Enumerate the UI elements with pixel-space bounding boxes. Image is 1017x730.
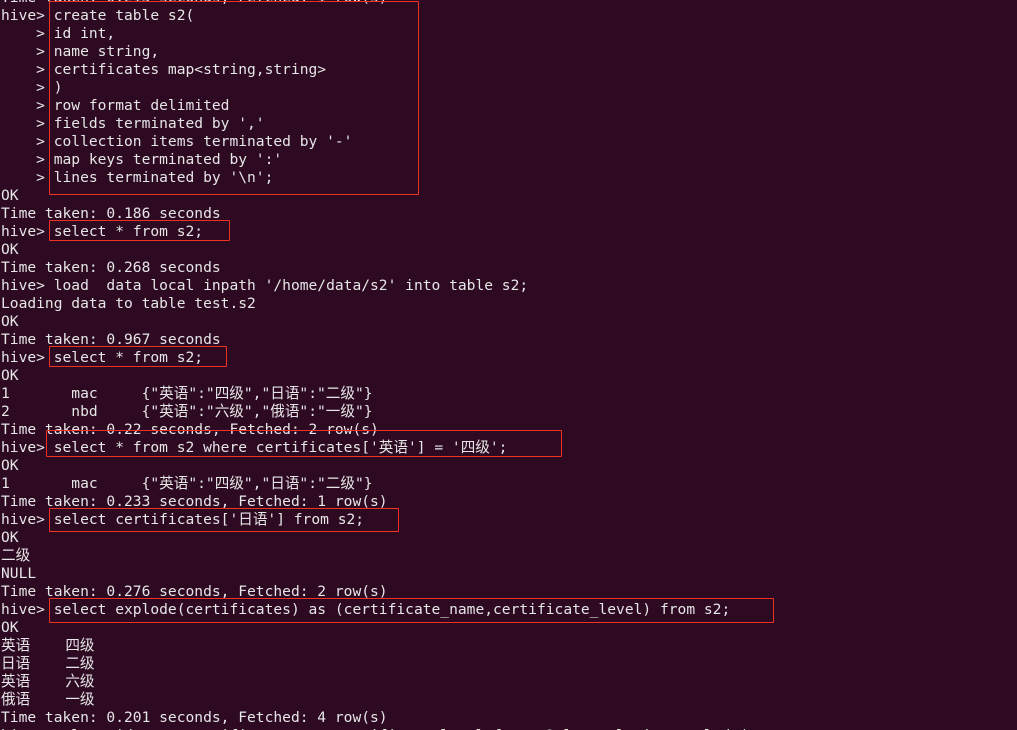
terminal-line: > fields terminated by ',' bbox=[1, 115, 265, 132]
terminal-line: Time taken: 0.215 seconds, Fetched: 1 ro… bbox=[0, 0, 1017, 7]
terminal-line: NULL bbox=[1, 565, 37, 582]
terminal-line: OK bbox=[1, 457, 19, 474]
terminal-line: Time taken: 0.268 seconds bbox=[1, 259, 221, 276]
terminal-line: hive> select explode(certificates) as (c… bbox=[1, 601, 731, 618]
terminal-line: > id int, bbox=[1, 25, 116, 42]
terminal-line: > map keys terminated by ':' bbox=[1, 151, 283, 168]
terminal-line: OK bbox=[1, 619, 19, 636]
terminal-line: hive> select * from s2; bbox=[1, 349, 204, 366]
terminal-line: > ) bbox=[1, 79, 63, 96]
terminal-window[interactable]: Time taken: 0.215 seconds, Fetched: 1 ro… bbox=[0, 0, 1017, 730]
terminal-line: Time taken: 0.967 seconds bbox=[1, 331, 221, 348]
terminal-line: 英语 四级 bbox=[1, 637, 95, 654]
terminal-line: Time taken: 0.201 seconds, Fetched: 4 ro… bbox=[1, 709, 388, 726]
terminal-line: hive> select * from s2; bbox=[1, 223, 204, 240]
terminal-line: Time taken: 0.276 seconds, Fetched: 2 ro… bbox=[1, 583, 388, 600]
terminal-line: > collection items terminated by '-' bbox=[1, 133, 353, 150]
terminal-line: 俄语 一级 bbox=[1, 691, 95, 708]
terminal-line: 1 mac {"英语":"四级","日语":"二级"} bbox=[1, 385, 373, 402]
terminal-line: hive> load data local inpath '/home/data… bbox=[1, 277, 529, 294]
terminal-line: OK bbox=[1, 241, 19, 258]
terminal-line: OK bbox=[1, 187, 19, 204]
terminal-line: OK bbox=[1, 313, 19, 330]
terminal-line: Time taken: 0.233 seconds, Fetched: 1 ro… bbox=[1, 493, 388, 510]
terminal-line: 二级 bbox=[1, 547, 31, 564]
terminal-line: > row format delimited bbox=[1, 97, 230, 114]
terminal-line: > name string, bbox=[1, 43, 160, 60]
terminal-line: 2 nbd {"英语":"六级","俄语":"一级"} bbox=[1, 403, 373, 420]
terminal-line: Time taken: 0.186 seconds bbox=[1, 205, 221, 222]
terminal-line: hive> select * from s2 where certificate… bbox=[1, 439, 508, 456]
terminal-line: > lines terminated by '\n'; bbox=[1, 169, 274, 186]
terminal-line: OK bbox=[1, 367, 19, 384]
terminal-line: hive> create table s2( bbox=[1, 7, 195, 24]
terminal-output: Time taken: 0.215 seconds, Fetched: 1 ro… bbox=[0, 0, 1017, 730]
terminal-line: OK bbox=[1, 529, 19, 546]
terminal-line: 日语 二级 bbox=[1, 655, 95, 672]
terminal-line: 英语 六级 bbox=[1, 673, 95, 690]
terminal-line: > certificates map<string,string> bbox=[1, 61, 327, 78]
terminal-line: 1 mac {"英语":"四级","日语":"二级"} bbox=[1, 475, 373, 492]
terminal-line: Time taken: 0.22 seconds, Fetched: 2 row… bbox=[1, 421, 379, 438]
terminal-line: hive> select certificates['日语'] from s2; bbox=[1, 511, 365, 528]
terminal-line: Loading data to table test.s2 bbox=[1, 295, 256, 312]
